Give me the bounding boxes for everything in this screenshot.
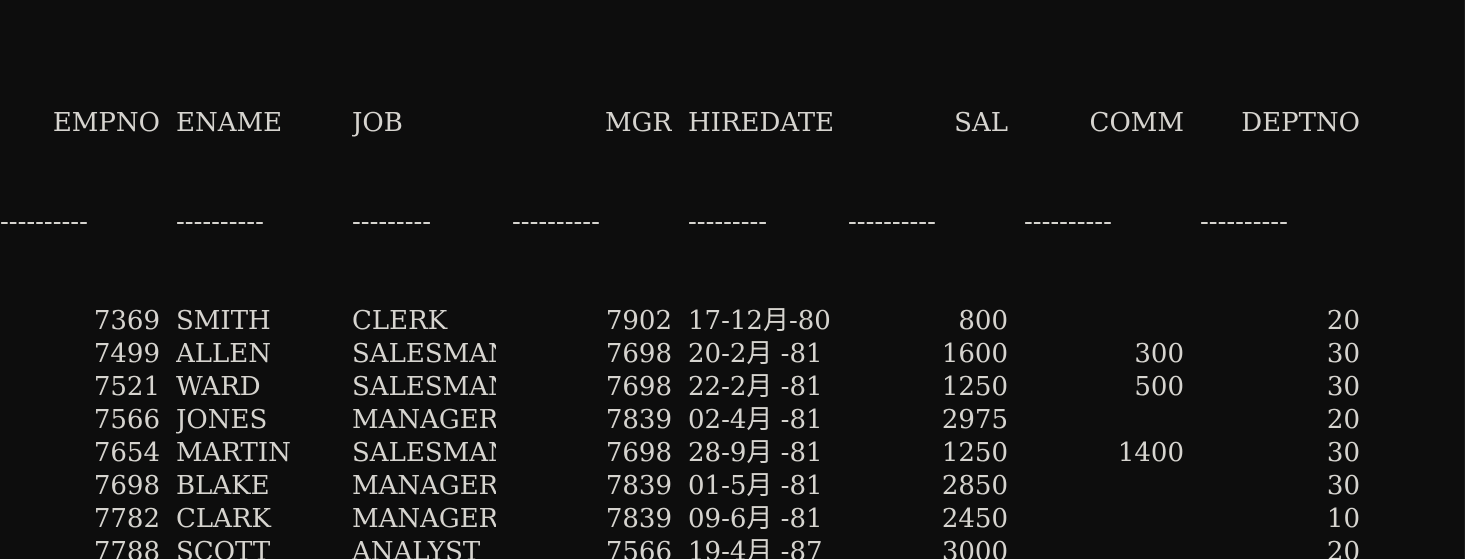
cell-deptno: 30	[1326, 471, 1360, 501]
table-body: 7369 SMITH CLERK 7902 17-12月-80 800 20 7499 ALLE…	[0, 305, 1360, 559]
cell-sal: 2450	[941, 504, 1008, 534]
cell-deptno: 10	[1326, 504, 1360, 534]
cell-comm: 500	[1134, 372, 1184, 402]
cell-deptno: 20	[1326, 306, 1360, 336]
table-row: 7698 BLAKE MANAGER 7839 01-5月 -81 2850 30	[0, 470, 1360, 503]
cell-hiredate: 01-5月 -81	[688, 471, 823, 501]
table-row: 7521 WARD SALESMAN 7698 22-2月 -81 1250 500 30	[0, 371, 1360, 404]
column-header-comm: COMM	[1089, 108, 1184, 138]
column-header-deptno: DEPTNO	[1241, 108, 1360, 138]
cell-deptno: 20	[1326, 405, 1360, 435]
cell-empno: 7499	[93, 339, 160, 369]
cell-empno: 7782	[93, 504, 160, 534]
cell-job: CLERK	[352, 306, 448, 336]
table-header-rule: ---------- ---------- --------- ---------- -…	[0, 206, 1360, 239]
table-row: 7369 SMITH CLERK 7902 17-12月-80 800 20	[0, 305, 1360, 338]
cell-hiredate: 19-4月 -87	[688, 537, 823, 559]
cell-mgr: 7698	[605, 339, 672, 369]
cell-empno: 7369	[93, 306, 160, 336]
cell-mgr: 7902	[605, 306, 672, 336]
column-rule-sal: ----------	[848, 207, 936, 237]
cell-ename: MARTIN	[176, 438, 291, 468]
cell-hiredate: 02-4月 -81	[688, 405, 823, 435]
cell-sal: 800	[958, 306, 1008, 336]
table-row: 7654 MARTIN SALESMAN 7698 28-9月 -81 1250 1400 3…	[0, 437, 1360, 470]
cell-mgr: 7839	[605, 504, 672, 534]
column-header-job: JOB	[352, 108, 403, 138]
column-header-ename: ENAME	[176, 108, 283, 138]
cell-deptno: 30	[1326, 438, 1360, 468]
column-header-empno: EMPNO	[52, 108, 160, 138]
cell-sal: 1250	[941, 438, 1008, 468]
cell-job: ANALYST	[352, 537, 481, 559]
cell-ename: ALLEN	[176, 339, 272, 369]
table-header-row: EMPNO ENAME JOB MGR HIREDATE SAL COMM DEPTNO	[0, 107, 1360, 140]
cell-job: MANAGER	[352, 471, 496, 501]
cell-job: MANAGER	[352, 405, 496, 435]
cell-deptno: 30	[1326, 339, 1360, 369]
cell-sal: 2975	[941, 405, 1008, 435]
column-header-sal: SAL	[954, 108, 1008, 138]
cell-hiredate: 17-12月-80	[688, 306, 831, 336]
table-row: 7499 ALLEN SALESMAN 7698 20-2月 -81 1600 300 30	[0, 338, 1360, 371]
cell-mgr: 7698	[605, 438, 672, 468]
table-row: 7566 JONES MANAGER 7839 02-4月 -81 2975 20	[0, 404, 1360, 437]
cell-deptno: 20	[1326, 537, 1360, 559]
cell-job: SALESMAN	[352, 372, 496, 402]
column-rule-empno: ----------	[0, 207, 88, 237]
cell-hiredate: 09-6月 -81	[688, 504, 823, 534]
cell-empno: 7698	[93, 471, 160, 501]
cell-empno: 7566	[93, 405, 160, 435]
column-rule-job: ---------	[352, 207, 432, 237]
cell-mgr: 7839	[605, 405, 672, 435]
cell-ename: CLARK	[176, 504, 271, 534]
cell-ename: WARD	[176, 372, 261, 402]
cell-comm: 1400	[1117, 438, 1184, 468]
cell-mgr: 7566	[605, 537, 672, 559]
cell-empno: 7788	[93, 537, 160, 559]
cell-sal: 1600	[941, 339, 1008, 369]
cell-empno: 7654	[93, 438, 160, 468]
column-rule-mgr: ----------	[512, 207, 600, 237]
cell-sal: 1250	[941, 372, 1008, 402]
cell-deptno: 30	[1326, 372, 1360, 402]
cell-job: SALESMAN	[352, 438, 496, 468]
cell-ename: SCOTT	[176, 537, 271, 559]
cell-sal: 2850	[941, 471, 1008, 501]
table-row: 7788 SCOTT ANALYST 7566 19-4月 -87 3000 20	[0, 536, 1360, 559]
terminal-window[interactable]: EMPNO ENAME JOB MGR HIREDATE SAL COMM DEPTNO --…	[0, 0, 1465, 559]
column-header-mgr: MGR	[605, 108, 672, 138]
column-rule-hiredate: ---------	[688, 207, 768, 237]
cell-job: SALESMAN	[352, 339, 496, 369]
table-row: 7782 CLARK MANAGER 7839 09-6月 -81 2450 10	[0, 503, 1360, 536]
cell-comm: 300	[1134, 339, 1184, 369]
cell-hiredate: 28-9月 -81	[688, 438, 823, 468]
cell-hiredate: 20-2月 -81	[688, 339, 823, 369]
cell-mgr: 7839	[605, 471, 672, 501]
cell-job: MANAGER	[352, 504, 496, 534]
cell-hiredate: 22-2月 -81	[688, 372, 823, 402]
cell-ename: JONES	[176, 405, 268, 435]
column-rule-comm: ----------	[1024, 207, 1112, 237]
column-header-hiredate: HIREDATE	[688, 108, 832, 138]
cell-empno: 7521	[93, 372, 160, 402]
cell-sal: 3000	[941, 537, 1008, 559]
query-result-output: EMPNO ENAME JOB MGR HIREDATE SAL COMM DEPTNO --…	[0, 0, 1360, 559]
column-rule-deptno: ----------	[1200, 207, 1288, 237]
cell-ename: SMITH	[176, 306, 271, 336]
column-rule-ename: ----------	[176, 207, 264, 237]
cell-mgr: 7698	[605, 372, 672, 402]
cell-ename: BLAKE	[176, 471, 270, 501]
